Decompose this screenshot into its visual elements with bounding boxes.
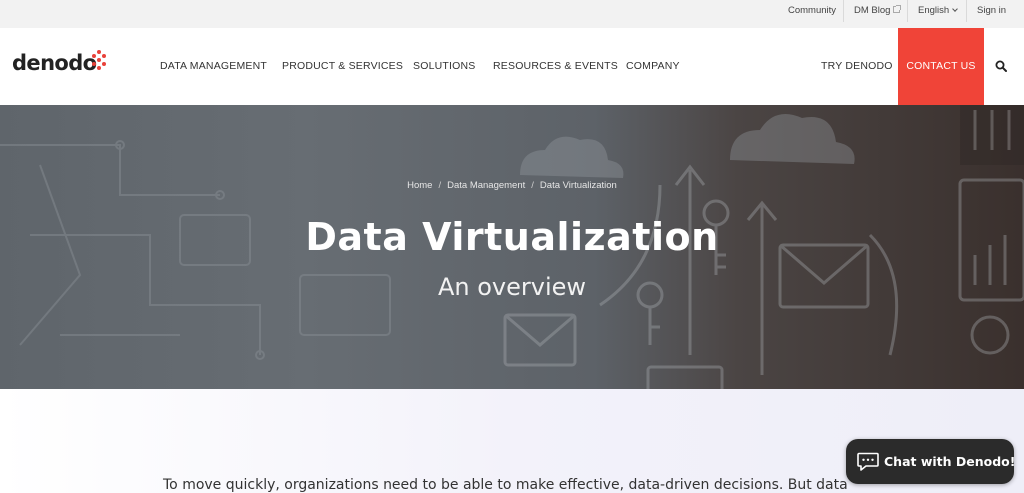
dm-blog-label: DM Blog <box>854 5 891 16</box>
nav-item-company[interactable]: COMPANY <box>626 28 680 105</box>
language-label: English <box>918 5 950 16</box>
utility-divider <box>843 0 844 22</box>
intro-paragraph: To move quickly, organizations need to b… <box>163 477 848 493</box>
language-selector[interactable]: English <box>918 0 959 28</box>
contact-us-button[interactable]: CONTACT US <box>898 28 984 105</box>
logo-dots-icon <box>92 50 106 70</box>
utility-divider <box>907 0 908 22</box>
page-subtitle: An overview <box>437 273 587 301</box>
main-nav: denodo DATA MANAGEMENT PRODUCT & SERVICE… <box>0 28 1024 105</box>
chat-bubble-icon <box>857 452 879 471</box>
hero-banner: Home / Data Management / Data Virtualization… <box>0 105 1024 389</box>
sign-in-link[interactable]: Sign in <box>977 0 1006 28</box>
nav-item-solutions[interactable]: SOLUTIONS <box>413 28 475 105</box>
external-link-icon <box>893 5 902 13</box>
dm-blog-link[interactable]: DM Blog <box>854 0 902 28</box>
breadcrumb: Home / Data Management / Data Virtualization <box>0 180 1024 191</box>
logo[interactable]: denodo <box>12 48 106 78</box>
breadcrumb-data-management[interactable]: Data Management <box>447 180 525 191</box>
breadcrumb-separator: / <box>531 180 534 191</box>
chevron-down-icon <box>952 6 959 12</box>
chat-widget-button[interactable]: Chat with Denodo! <box>846 439 1016 484</box>
page-title: Data Virtualization <box>305 215 719 259</box>
nav-item-resources-events[interactable]: RESOURCES & EVENTS <box>493 28 618 105</box>
breadcrumb-current: Data Virtualization <box>539 180 617 191</box>
breadcrumb-separator: / <box>438 180 442 191</box>
try-denodo-link[interactable]: TRY DENODO <box>821 28 893 105</box>
nav-item-data-management[interactable]: DATA MANAGEMENT <box>160 28 267 105</box>
utility-bar: Community DM Blog English Sign in <box>0 0 1024 28</box>
community-link[interactable]: Community <box>788 0 836 28</box>
breadcrumb-home[interactable]: Home <box>407 180 432 191</box>
nav-item-product-services[interactable]: PRODUCT & SERVICES <box>282 28 403 105</box>
logo-text: denodo <box>12 51 97 75</box>
utility-divider <box>966 0 967 22</box>
chat-label: Chat with Denodo! <box>884 454 1016 469</box>
search-icon[interactable] <box>995 60 1007 72</box>
